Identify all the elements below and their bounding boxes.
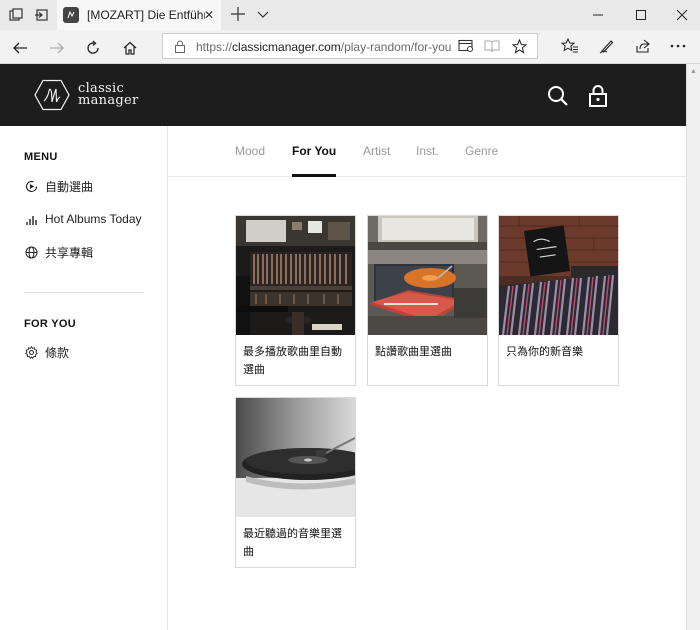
site-favicon-icon	[63, 7, 79, 23]
sidebar-item-shared-albums[interactable]: 共享專輯	[24, 242, 93, 262]
address-bar[interactable]: https://classicmanager.com/play-random/f…	[162, 33, 538, 59]
lock-icon	[174, 40, 186, 58]
minimize-icon[interactable]	[575, 0, 621, 30]
sidebar-item-label: 共享專輯	[45, 245, 94, 260]
sidebar-item-label: Hot Albums Today	[45, 212, 142, 226]
card-image-record-shelf	[236, 216, 355, 335]
page-scrollbar[interactable]: ▲	[686, 64, 700, 630]
share-icon[interactable]	[634, 37, 652, 55]
logo-hexagon-icon	[34, 79, 70, 111]
search-icon[interactable]	[546, 84, 570, 108]
lock-login-icon[interactable]	[586, 84, 610, 108]
browser-toolbar: https://classicmanager.com/play-random/f…	[0, 30, 700, 64]
more-options-icon[interactable]	[669, 37, 687, 55]
bar-chart-icon	[24, 212, 39, 227]
card-image-turntable-window	[368, 216, 487, 335]
set-aside-tabs-icon[interactable]	[32, 6, 50, 24]
url-prefix: https://	[196, 40, 233, 54]
back-icon[interactable]	[10, 38, 30, 58]
reading-view-icon[interactable]	[483, 37, 501, 55]
playlist-card[interactable]: 只為你的新音樂	[498, 215, 619, 386]
close-window-icon[interactable]	[659, 0, 700, 30]
tab-for-you[interactable]: For You	[292, 144, 336, 158]
logo-text: classic manager	[78, 82, 139, 108]
new-tab-icon[interactable]	[230, 6, 246, 27]
tab-actions-icon[interactable]	[7, 6, 25, 24]
card-image-record-bins	[499, 216, 618, 335]
playlist-card[interactable]: 最近聽過的音樂里選曲	[235, 397, 356, 568]
card-image-turntable-closeup	[236, 398, 355, 517]
notes-pen-icon[interactable]	[598, 37, 616, 55]
browser-tab-active[interactable]: [MOZART] Die Entführu ✕	[57, 0, 221, 30]
sidebar-item-terms[interactable]: 條款	[24, 342, 69, 362]
sidebar-item-label: 條款	[45, 345, 70, 360]
gear-icon	[24, 345, 39, 360]
sidebar-item-auto-select[interactable]: 自動選曲	[24, 176, 93, 196]
url-text: https://classicmanager.com/play-random/f…	[196, 40, 451, 54]
card-title: 最多播放歌曲里自動選曲	[243, 346, 342, 376]
play-circle-icon	[24, 179, 39, 194]
foryou-section-title: FOR YOU	[24, 318, 77, 330]
favorites-list-icon[interactable]	[561, 37, 579, 55]
tab-artist[interactable]: Artist	[363, 144, 390, 158]
category-tabs: Mood For You Artist Inst. Genre	[168, 126, 686, 177]
browser-tab-bar: [MOZART] Die Entführu ✕	[0, 0, 700, 30]
tracking-prevention-icon[interactable]	[457, 37, 475, 55]
tab-mood[interactable]: Mood	[235, 144, 265, 158]
tab-title: [MOZART] Die Entführu	[87, 8, 205, 22]
close-tab-icon[interactable]: ✕	[204, 9, 214, 21]
url-host: classicmanager.com	[232, 40, 341, 54]
globe-icon	[24, 245, 39, 260]
refresh-icon[interactable]	[83, 38, 103, 58]
forward-icon[interactable]	[47, 38, 67, 58]
maximize-icon[interactable]	[618, 0, 664, 30]
scroll-up-arrow-icon[interactable]: ▲	[690, 68, 697, 75]
logo-line2: manager	[78, 93, 139, 108]
tab-list-chevron-icon[interactable]	[256, 8, 270, 26]
active-tab-indicator	[292, 174, 336, 177]
card-title: 最近聽過的音樂里選曲	[243, 528, 342, 558]
playlist-card[interactable]: 最多播放歌曲里自動選曲	[235, 215, 356, 386]
card-title: 只為你的新音樂	[506, 346, 583, 358]
site-logo[interactable]: classic manager	[34, 79, 139, 111]
tab-inst[interactable]: Inst.	[416, 144, 439, 158]
sidebar-item-label: 自動選曲	[45, 179, 94, 194]
sidebar-divider	[24, 292, 144, 293]
playlist-card[interactable]: 點讚歌曲里選曲	[367, 215, 488, 386]
site-header: classic manager	[0, 64, 686, 126]
sidebar: MENU 自動選曲 Hot Albums Today 共享專輯 FOR YOU …	[0, 126, 168, 630]
url-path: /play-random/for-you	[340, 40, 452, 54]
home-icon[interactable]	[120, 38, 140, 58]
sidebar-item-hot-albums[interactable]: Hot Albums Today	[24, 209, 142, 229]
tab-genre[interactable]: Genre	[465, 144, 498, 158]
card-title: 點讚歌曲里選曲	[375, 346, 452, 358]
favorite-star-icon[interactable]	[510, 37, 528, 55]
menu-section-title: MENU	[24, 151, 58, 163]
